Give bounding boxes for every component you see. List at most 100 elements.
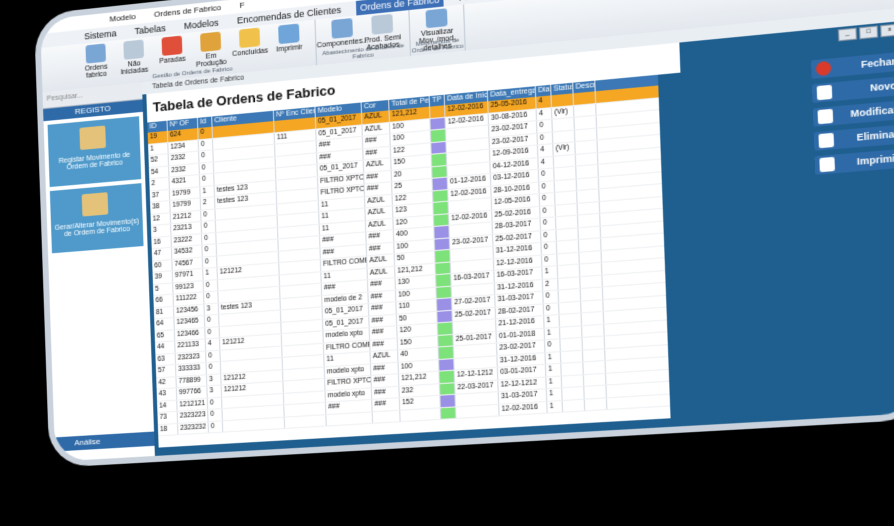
table-cell — [576, 177, 600, 191]
ribbon-group-movimentos: Visualizar Mov. /mod. detalhes Movimentos… — [409, 4, 466, 56]
app-window: Modelo Ordens de Fabrico F Sistema Tabela… — [40, 0, 894, 462]
table-cell — [560, 350, 584, 363]
table-cell: ### — [366, 230, 395, 244]
table-cell: 0 — [543, 290, 560, 303]
table-cell: AZUL — [370, 350, 399, 363]
maximize-button[interactable]: □ — [858, 25, 879, 40]
order-table-window: Tabela de Ordens de Fabrico _ □ x Tabela… — [141, 7, 894, 456]
table-cell: 0 — [537, 119, 553, 133]
table-cell — [583, 361, 607, 374]
table-cell — [430, 105, 446, 118]
table-cell: 0 — [201, 220, 217, 233]
table-cell — [433, 201, 449, 214]
register-movement-button[interactable]: Registar Movimento de Ordem de Fabrico — [47, 116, 142, 188]
table-cell — [439, 370, 456, 383]
table-cell: 42 — [156, 376, 177, 389]
table-cell: 0 — [539, 192, 556, 206]
table-cell: (Vir) — [551, 105, 575, 119]
trash-icon — [818, 132, 835, 149]
table-cell: 0 — [207, 397, 223, 409]
modify-button[interactable]: Modificar — [812, 100, 894, 127]
close-icon — [815, 60, 832, 77]
analise-footer[interactable]: Análise — [54, 431, 155, 452]
table-cell: 0 — [202, 244, 218, 257]
ribbon-button-label: Concluídas — [231, 47, 269, 59]
table-cell: 0 — [199, 161, 215, 174]
ribbon-icon — [200, 31, 222, 53]
table-cell — [582, 336, 606, 350]
table-cell — [574, 103, 597, 117]
table-cell — [440, 394, 456, 407]
table-cell — [284, 414, 327, 428]
table-cell — [584, 385, 607, 399]
table-cell: 0 — [541, 229, 557, 242]
close-form-button[interactable]: Fechar — [811, 51, 894, 79]
printer-icon — [819, 156, 836, 173]
new-button[interactable]: Novo — [811, 76, 894, 103]
table-cell: 65 — [154, 329, 176, 342]
table-cell: 111222 — [173, 292, 205, 306]
table-cell: 1 — [203, 267, 218, 280]
print-label: Imprimir — [856, 152, 894, 168]
action-panel: Fechar Novo Modificar Eliminar Imprimir — [811, 51, 894, 180]
table-cell: ### — [371, 374, 400, 387]
table-cell — [573, 91, 597, 105]
ribbon-button-label: Imprimir — [276, 43, 303, 54]
table-cell — [579, 250, 602, 264]
close-button[interactable]: x — [880, 23, 894, 38]
table-cell — [558, 288, 582, 302]
register-movement-label: Registar Movimento de Ordem de Fabrico — [58, 151, 131, 172]
table-cell — [431, 153, 448, 166]
table-cell: ### — [368, 302, 397, 316]
table-cell: 4 — [537, 144, 554, 157]
table-cell: 0 — [206, 350, 221, 362]
table-cell — [575, 140, 598, 154]
table-cell: ### — [367, 278, 396, 292]
table-cell: 4 — [536, 95, 552, 108]
table-cell: ### — [369, 314, 398, 328]
table-cell: 1 — [544, 327, 561, 340]
table-cell — [437, 322, 454, 335]
table-cell — [561, 362, 584, 375]
table-cell: 3 — [207, 385, 223, 398]
table-cell: 0 — [203, 279, 219, 292]
table-cell — [560, 337, 583, 351]
delete-button[interactable]: Eliminar — [813, 124, 894, 151]
table-cell — [576, 164, 599, 178]
table-cell — [556, 227, 579, 241]
table-cell: 0 — [537, 131, 554, 145]
table-cell: 37 — [149, 189, 171, 202]
print-button[interactable]: Imprimir — [814, 148, 894, 175]
ribbon-icon — [371, 13, 394, 35]
table-cell: 4 — [538, 156, 555, 169]
table-cell: 3 — [204, 303, 220, 315]
ribbon-icon — [161, 35, 183, 56]
table-cell — [579, 262, 603, 276]
table-cell: 52 — [148, 154, 170, 167]
table-cell: (Vir) — [553, 142, 576, 156]
minimize-button[interactable]: _ — [837, 27, 858, 42]
table-cell — [557, 264, 581, 278]
table-cell: ### — [371, 386, 400, 399]
table-cell — [556, 215, 579, 229]
table-cell — [574, 115, 598, 129]
table-cell: 57 — [155, 364, 177, 377]
table-cell: 997766 — [176, 386, 208, 400]
table-cell: 1 — [542, 266, 559, 279]
table-cell: AZUL — [367, 254, 396, 268]
table-cell: 3 — [206, 373, 222, 386]
ribbon-button-label: Paradas — [159, 55, 186, 66]
table-cell — [551, 93, 574, 107]
generate-movement-button[interactable]: Gerar/Alterar Movimento(s) de Ordem de F… — [49, 183, 144, 254]
table-cell: 1 — [200, 185, 215, 198]
table-cell — [455, 404, 500, 418]
table-cell: 0 — [199, 173, 215, 186]
table-cell — [434, 237, 451, 251]
ribbon-icon — [123, 39, 145, 60]
table-cell — [578, 238, 602, 252]
table-cell: 64 — [154, 318, 175, 331]
table-cell — [575, 152, 599, 166]
table-cell: 0 — [208, 409, 223, 421]
menu-f[interactable]: F — [239, 0, 245, 13]
ribbon-icon — [278, 23, 300, 45]
